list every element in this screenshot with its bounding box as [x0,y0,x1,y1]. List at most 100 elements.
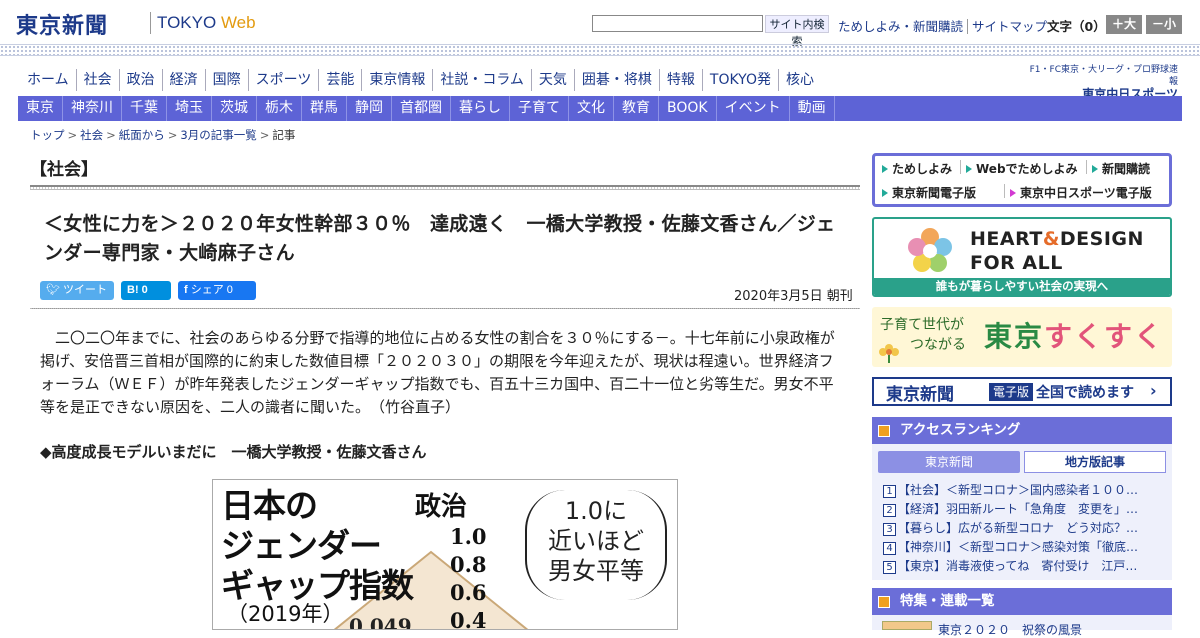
main-nav: ホーム 社会 政治 経済 国際 スポーツ 芸能 東京情報 社説・コラム 天気 囲… [20,69,821,91]
sidebar-link-web-trial[interactable]: Webでためしよみ [966,160,1078,177]
sukusuku-logo-tokyo: 東京 [984,320,1045,353]
site-logo-en[interactable]: TOKYO Web [157,13,256,33]
subnav-item[interactable]: 神奈川 [63,96,122,121]
subnav-item[interactable]: 静岡 [347,96,392,121]
breadcrumb-society[interactable]: 社会 [80,128,103,142]
font-smaller-button[interactable]: －小 [1146,15,1182,34]
ranking-tab-local[interactable]: 地方版記事 [1024,451,1166,473]
nav-item-politics[interactable]: 政治 [118,69,162,91]
figure-tick: 1.0 [450,524,487,549]
breadcrumb-march-list[interactable]: 3月の記事一覧 [180,128,256,142]
subnav-item[interactable]: 埼玉 [167,96,212,121]
hd-heart: HEART [970,228,1043,250]
section-label: 【社会】 [30,160,98,180]
site-search-button[interactable]: サイト内検索 [765,15,829,48]
ranking-number: 4 [883,542,896,555]
subnav-item[interactable]: 動画 [790,96,835,121]
sidebar-link-e-edition[interactable]: 東京新聞電子版 [882,184,976,201]
e-edition-logo: 東京新聞 [886,385,954,405]
ranking-tab-tokyo[interactable]: 東京新聞 [878,451,1020,473]
nav-item-sports[interactable]: スポーツ [247,69,319,91]
subnav-item[interactable]: 千葉 [122,96,167,121]
article-headline: ＜女性に力を＞２０２０年女性幹部３０％ 達成遠く 一橋大学教授・佐藤文香さん／ジ… [44,213,836,264]
arrow-icon [882,165,888,173]
sidebar-link-subscribe[interactable]: 新聞購読 [1092,160,1150,177]
subnav-item[interactable]: 教育 [614,96,659,121]
tokyo-sukusuku-banner[interactable]: 子育て世代が つながる 東京すくすく [872,307,1172,367]
search-input[interactable] [592,15,763,32]
sidebar-link-label: 新聞購読 [1102,162,1151,176]
nav-item-world[interactable]: 国際 [204,69,248,91]
subnav-item[interactable]: 群馬 [302,96,347,121]
subnav-item[interactable]: イベント [717,96,790,121]
tweet-button[interactable]: 🐦︎ ツイート [40,281,114,300]
nav-item-home[interactable]: ホーム [20,69,76,91]
figure-title-line2: ジェンダー [221,526,382,565]
feature-thumbnail[interactable] [882,621,932,630]
nav-item-editorial[interactable]: 社説・コラム [432,69,531,91]
ranking-item[interactable]: 5 【東京】消毒液使ってね 寄付受け 江戸… [883,557,1163,574]
sidebar-link-trial[interactable]: ためしよみ [882,160,952,177]
nav-item-tokyo-hatsu[interactable]: TOKYO発 [701,69,778,91]
header-link-sitemap[interactable]: サイトマップ [967,19,1052,34]
breadcrumb-top[interactable]: トップ [30,128,65,142]
sidebar-link-divider [1004,184,1005,198]
hd-design: DESIGN [1059,228,1144,250]
header-link-trial[interactable]: ためしよみ・新聞購読 [834,19,967,34]
font-larger-button[interactable]: ＋大 [1106,15,1142,34]
regional-nav: 東京 神奈川 千葉 埼玉 茨城 栃木 群馬 静岡 首都圏 暮らし 子育て 文化 … [18,96,1182,121]
nav-item-entertainment[interactable]: 芸能 [318,69,361,91]
ranking-text: 【東京】消毒液使ってね 寄付受け 江戸… [898,559,1138,573]
breadcrumb-paper[interactable]: 紙面から [119,128,165,142]
features-header: 特集・連載一覧 [872,588,1172,615]
sidebar-link-divider [1086,160,1087,174]
square-bullet-icon [878,596,890,608]
article-lead: 二〇二〇年までに、社会のあらゆる分野で指導的地位に占める女性の割合を３０％にする… [40,329,835,416]
subnav-item[interactable]: 首都圏 [392,96,451,121]
nav-item-economy[interactable]: 経済 [161,69,205,91]
figure-year: （2019年） [227,602,344,626]
breadcrumb-separator: > [259,128,270,142]
sidebar-link-label: Webでためしよみ [976,162,1078,176]
flower-icon [879,344,899,363]
nav-item-tokyo-info[interactable]: 東京情報 [361,69,432,91]
hatena-bookmark-button[interactable]: B! 0 [121,281,171,300]
twitter-icon: 🐦︎ [46,284,60,296]
ranking-number: 3 [883,523,896,536]
hd-amp: & [1042,228,1060,250]
site-logo[interactable]: 東京新聞 [16,8,108,40]
subnav-item[interactable]: 文化 [569,96,614,121]
subnav-item[interactable]: 子育て [510,96,569,121]
figure-tick: 0.6 [450,580,487,605]
e-edition-badge: 電子版 [989,383,1034,401]
nav-item-society[interactable]: 社会 [75,69,119,91]
breadcrumb-separator: > [167,128,178,142]
chunichi-sports-link[interactable]: F1・FC東京・大リーグ・プロ野球速報 東京中日スポーツ [1026,64,1178,100]
subnav-item[interactable]: 栃木 [257,96,302,121]
heart-design-caption: 誰もが暮らしやすい社会の実現へ [874,278,1170,295]
sidebar-link-divider [960,160,961,174]
heart-design-banner[interactable]: HEART&DESIGN FOR ALL 誰もが暮らしやすい社会の実現へ [872,217,1172,297]
subnav-item[interactable]: 東京 [18,96,63,121]
ranking-item[interactable]: 1 【社会】＜新型コロナ＞国内感染者１００… [883,481,1163,498]
tweet-label: ツイート [63,284,108,296]
hd-for-all: FOR ALL [970,252,1063,274]
figure-note-line3: 男女平等 [548,557,644,585]
ranking-title: アクセスランキング [900,422,1021,438]
ranking-item[interactable]: 4 【神奈川】＜新型コロナ＞感染対策「徹底… [883,538,1163,555]
facebook-share-label: シェア 0 [190,284,233,296]
subnav-item[interactable]: 茨城 [212,96,257,121]
facebook-share-button[interactable]: f シェア 0 [178,281,256,300]
sidebar-link-chunichi-e-edition[interactable]: 東京中日スポーツ電子版 [1010,184,1152,201]
nav-item-go-shogi[interactable]: 囲碁・将棋 [573,69,659,91]
sidebar-link-label: 東京中日スポーツ電子版 [1020,186,1152,200]
ranking-item[interactable]: 3 【暮らし】広がる新型コロナ どう対応？… [883,519,1163,536]
nav-item-weather[interactable]: 天気 [530,69,574,91]
nav-item-tokuho[interactable]: 特報 [658,69,702,91]
subnav-item[interactable]: BOOK [659,96,717,121]
ranking-item[interactable]: 2 【経済】羽田新ルート「急角度 変更を」… [883,500,1163,517]
ranking-text: 【経済】羽田新ルート「急角度 変更を」… [898,502,1139,516]
e-edition-banner[interactable]: 東京新聞 電子版 全国で読めます › [872,377,1172,406]
nav-item-kakushin[interactable]: 核心 [777,69,821,91]
subnav-item[interactable]: 暮らし [451,96,510,121]
